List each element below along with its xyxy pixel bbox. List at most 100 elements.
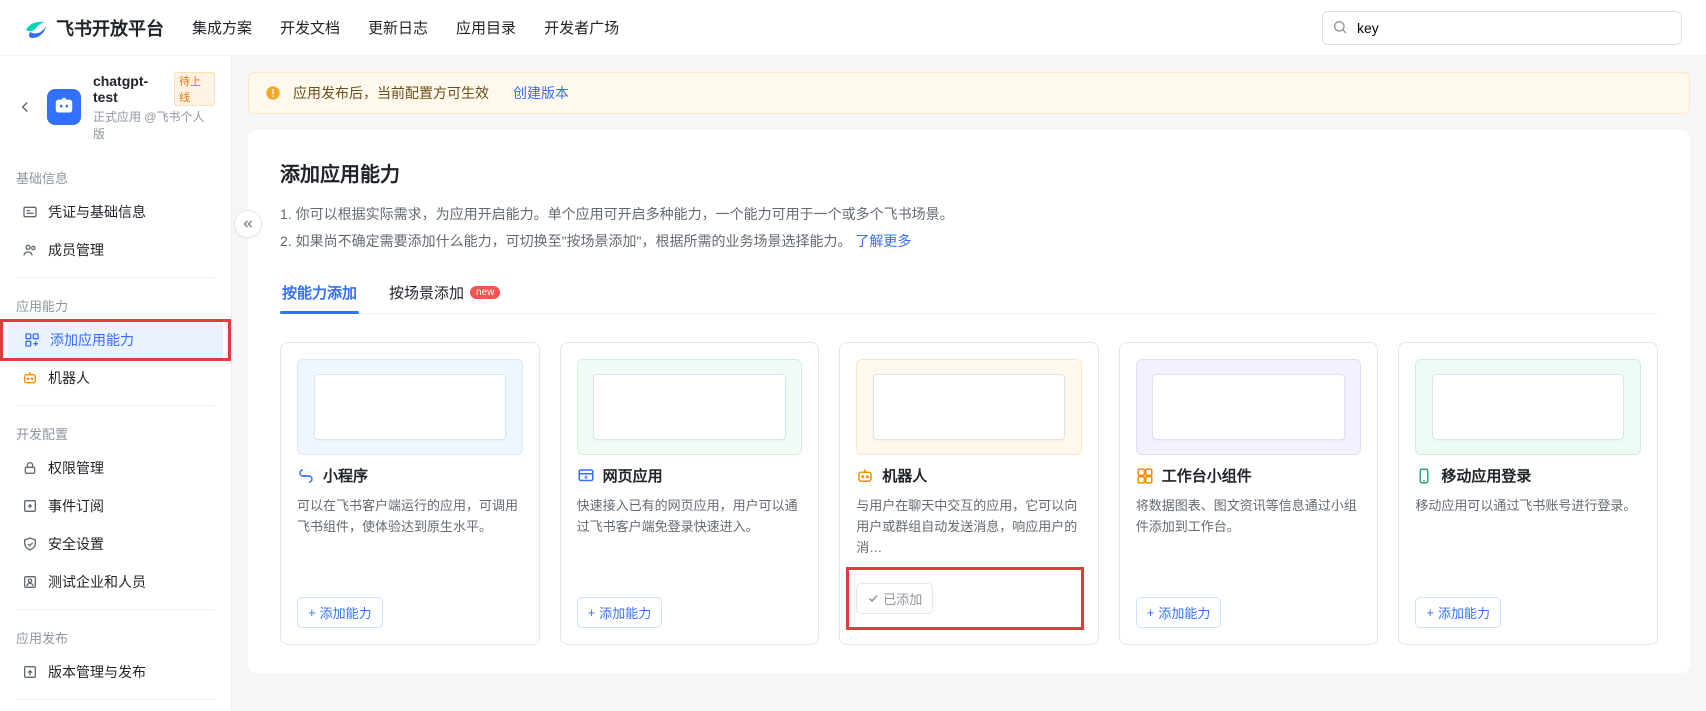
search-icon: [1332, 19, 1348, 35]
notice-text: 应用发布后，当前配置方可生效: [293, 83, 489, 103]
lock-icon: [22, 460, 38, 476]
capability-desc: 将数据图表、图文资讯等信息通过小组件添加到工作台。: [1136, 496, 1362, 586]
page-title: 添加应用能力: [280, 158, 1658, 187]
capability-title: 移动应用登录: [1441, 465, 1531, 486]
search-wrap: [1322, 11, 1682, 45]
miniapp-icon: [297, 467, 315, 485]
capability-desc: 移动应用可以通过飞书账号进行登录。: [1415, 496, 1641, 586]
top-nav: 飞书开放平台 集成方案 开发文档 更新日志 应用目录 开发者广场: [0, 0, 1706, 56]
add-capability-button[interactable]: + 添加能力: [577, 597, 663, 628]
sidebar-item-credentials[interactable]: 凭证与基础信息: [6, 193, 225, 231]
add-capability-button[interactable]: + 添加能力: [1415, 597, 1501, 628]
brand-title: 飞书开放平台: [56, 15, 164, 41]
capability-card-mobile-login: 移动应用登录 移动应用可以通过飞书账号进行登录。 + 添加能力: [1398, 342, 1658, 644]
topnav-link[interactable]: 集成方案: [192, 17, 252, 38]
plus-icon: +: [1426, 605, 1434, 620]
sidebar-item-label: 权限管理: [48, 458, 104, 478]
new-badge: new: [470, 286, 500, 299]
bot-icon: [856, 467, 874, 485]
add-capability-button[interactable]: + 添加能力: [1136, 597, 1222, 628]
app-name: chatgpt-test: [93, 73, 168, 105]
button-label: 添加能力: [1438, 603, 1490, 622]
plus-icon: +: [1147, 605, 1155, 620]
sidebar-item-label: 版本管理与发布: [48, 662, 146, 682]
app-subtitle: 正式应用 @飞书个人版: [93, 108, 215, 142]
main-content: 应用发布后，当前配置方可生效 创建版本 添加应用能力 1. 你可以根据实际需求，…: [232, 56, 1706, 711]
button-label: 已添加: [883, 589, 922, 608]
sidebar-item-label: 事件订阅: [48, 496, 104, 516]
back-icon[interactable]: [16, 98, 35, 116]
capability-desc: 可以在飞书客户端运行的应用，可调用飞书组件，使体验达到原生水平。: [297, 496, 523, 586]
button-label: 添加能力: [320, 603, 372, 622]
collapse-sidebar-button[interactable]: [234, 210, 262, 238]
topnav-link[interactable]: 应用目录: [456, 17, 516, 38]
add-capability-button[interactable]: + 添加能力: [297, 597, 383, 628]
tabs: 按能力添加 按场景添加 new: [280, 272, 1658, 314]
sidebar-item-events[interactable]: 事件订阅: [6, 487, 225, 525]
capability-title: 工作台小组件: [1162, 465, 1252, 486]
capability-thumb: [1415, 359, 1641, 455]
desc-line: 1. 你可以根据实际需求，为应用开启能力。单个应用可开启多种能力，一个能力可用于…: [280, 201, 1658, 228]
sidebar-item-bot[interactable]: 机器人: [6, 359, 225, 397]
sidebar-item-members[interactable]: 成员管理: [6, 231, 225, 269]
app-header: chatgpt-test 待上线 正式应用 @飞书个人版: [0, 56, 231, 158]
widget-icon: [1136, 467, 1154, 485]
mobile-icon: [1415, 467, 1433, 485]
sidebar-item-test-org[interactable]: 测试企业和人员: [6, 563, 225, 601]
plus-icon: +: [588, 605, 596, 620]
shield-icon: [22, 536, 38, 552]
capability-title: 小程序: [323, 465, 368, 486]
org-icon: [22, 574, 38, 590]
grid-plus-icon: [24, 332, 40, 348]
bot-icon: [22, 370, 38, 386]
tab-by-capability[interactable]: 按能力添加: [280, 272, 359, 313]
brand-logo-icon: [24, 16, 48, 40]
capability-card-bot: 机器人 与用户在聊天中交互的应用，它可以向用户或群组自动发送消息，响应用户的消……: [839, 342, 1099, 644]
sidebar-section-title: 应用发布: [0, 618, 231, 653]
tab-label: 按能力添加: [282, 282, 357, 303]
content-card: 添加应用能力 1. 你可以根据实际需求，为应用开启能力。单个应用可开启多种能力，…: [248, 130, 1690, 673]
capability-desc: 与用户在聊天中交互的应用，它可以向用户或群组自动发送消息，响应用户的消…: [856, 496, 1082, 558]
notice-action-link[interactable]: 创建版本: [513, 83, 569, 103]
sidebar-item-add-capability[interactable]: 添加应用能力: [8, 321, 223, 359]
capability-thumb: [1136, 359, 1362, 455]
capability-grid: 小程序 可以在飞书客户端运行的应用，可调用飞书组件，使体验达到原生水平。 + 添…: [280, 342, 1658, 644]
capability-thumb: [577, 359, 803, 455]
added-capability-button: 已添加: [856, 583, 933, 614]
check-icon: [867, 592, 879, 604]
sidebar-item-permissions[interactable]: 权限管理: [6, 449, 225, 487]
topnav-link[interactable]: 开发者广场: [544, 17, 619, 38]
topnav-link[interactable]: 开发文档: [280, 17, 340, 38]
topnav-link[interactable]: 更新日志: [368, 17, 428, 38]
sidebar: chatgpt-test 待上线 正式应用 @飞书个人版 基础信息 凭证与基础信…: [0, 56, 232, 711]
capability-desc: 快速接入已有的网页应用，用户可以通过飞书客户端免登录快速进入。: [577, 496, 803, 586]
sidebar-item-label: 成员管理: [48, 240, 104, 260]
sidebar-item-label: 安全设置: [48, 534, 104, 554]
sidebar-item-security[interactable]: 安全设置: [6, 525, 225, 563]
sidebar-section-title: 开发配置: [0, 414, 231, 449]
app-status-tag: 待上线: [174, 72, 215, 106]
app-icon: [47, 89, 81, 125]
id-card-icon: [22, 204, 38, 220]
capability-card-widget: 工作台小组件 将数据图表、图文资讯等信息通过小组件添加到工作台。 + 添加能力: [1119, 342, 1379, 644]
capability-thumb: [856, 359, 1082, 455]
sidebar-item-label: 凭证与基础信息: [48, 202, 146, 222]
capability-title: 网页应用: [603, 465, 663, 486]
tab-by-scene[interactable]: 按场景添加 new: [387, 272, 502, 313]
page-description: 1. 你可以根据实际需求，为应用开启能力。单个应用可开启多种能力，一个能力可用于…: [280, 201, 1658, 254]
sidebar-section-title: 基础信息: [0, 158, 231, 193]
sidebar-section-title: 应用能力: [0, 286, 231, 321]
capability-title: 机器人: [882, 465, 927, 486]
capability-card-miniapp: 小程序 可以在飞书客户端运行的应用，可调用飞书组件，使体验达到原生水平。 + 添…: [280, 342, 540, 644]
topnav-links: 集成方案 开发文档 更新日志 应用目录 开发者广场: [192, 17, 619, 38]
upload-icon: [22, 664, 38, 680]
capability-card-webapp: e 网页应用 快速接入已有的网页应用，用户可以通过飞书客户端免登录快速进入。 +…: [560, 342, 820, 644]
learn-more-link[interactable]: 了解更多: [855, 233, 911, 249]
users-icon: [22, 242, 38, 258]
brand[interactable]: 飞书开放平台: [24, 15, 164, 41]
sidebar-item-label: 添加应用能力: [50, 330, 134, 350]
sidebar-item-release[interactable]: 版本管理与发布: [6, 653, 225, 691]
notice-bar: 应用发布后，当前配置方可生效 创建版本: [248, 72, 1690, 114]
plus-box-icon: [22, 498, 38, 514]
search-input[interactable]: [1322, 11, 1682, 45]
